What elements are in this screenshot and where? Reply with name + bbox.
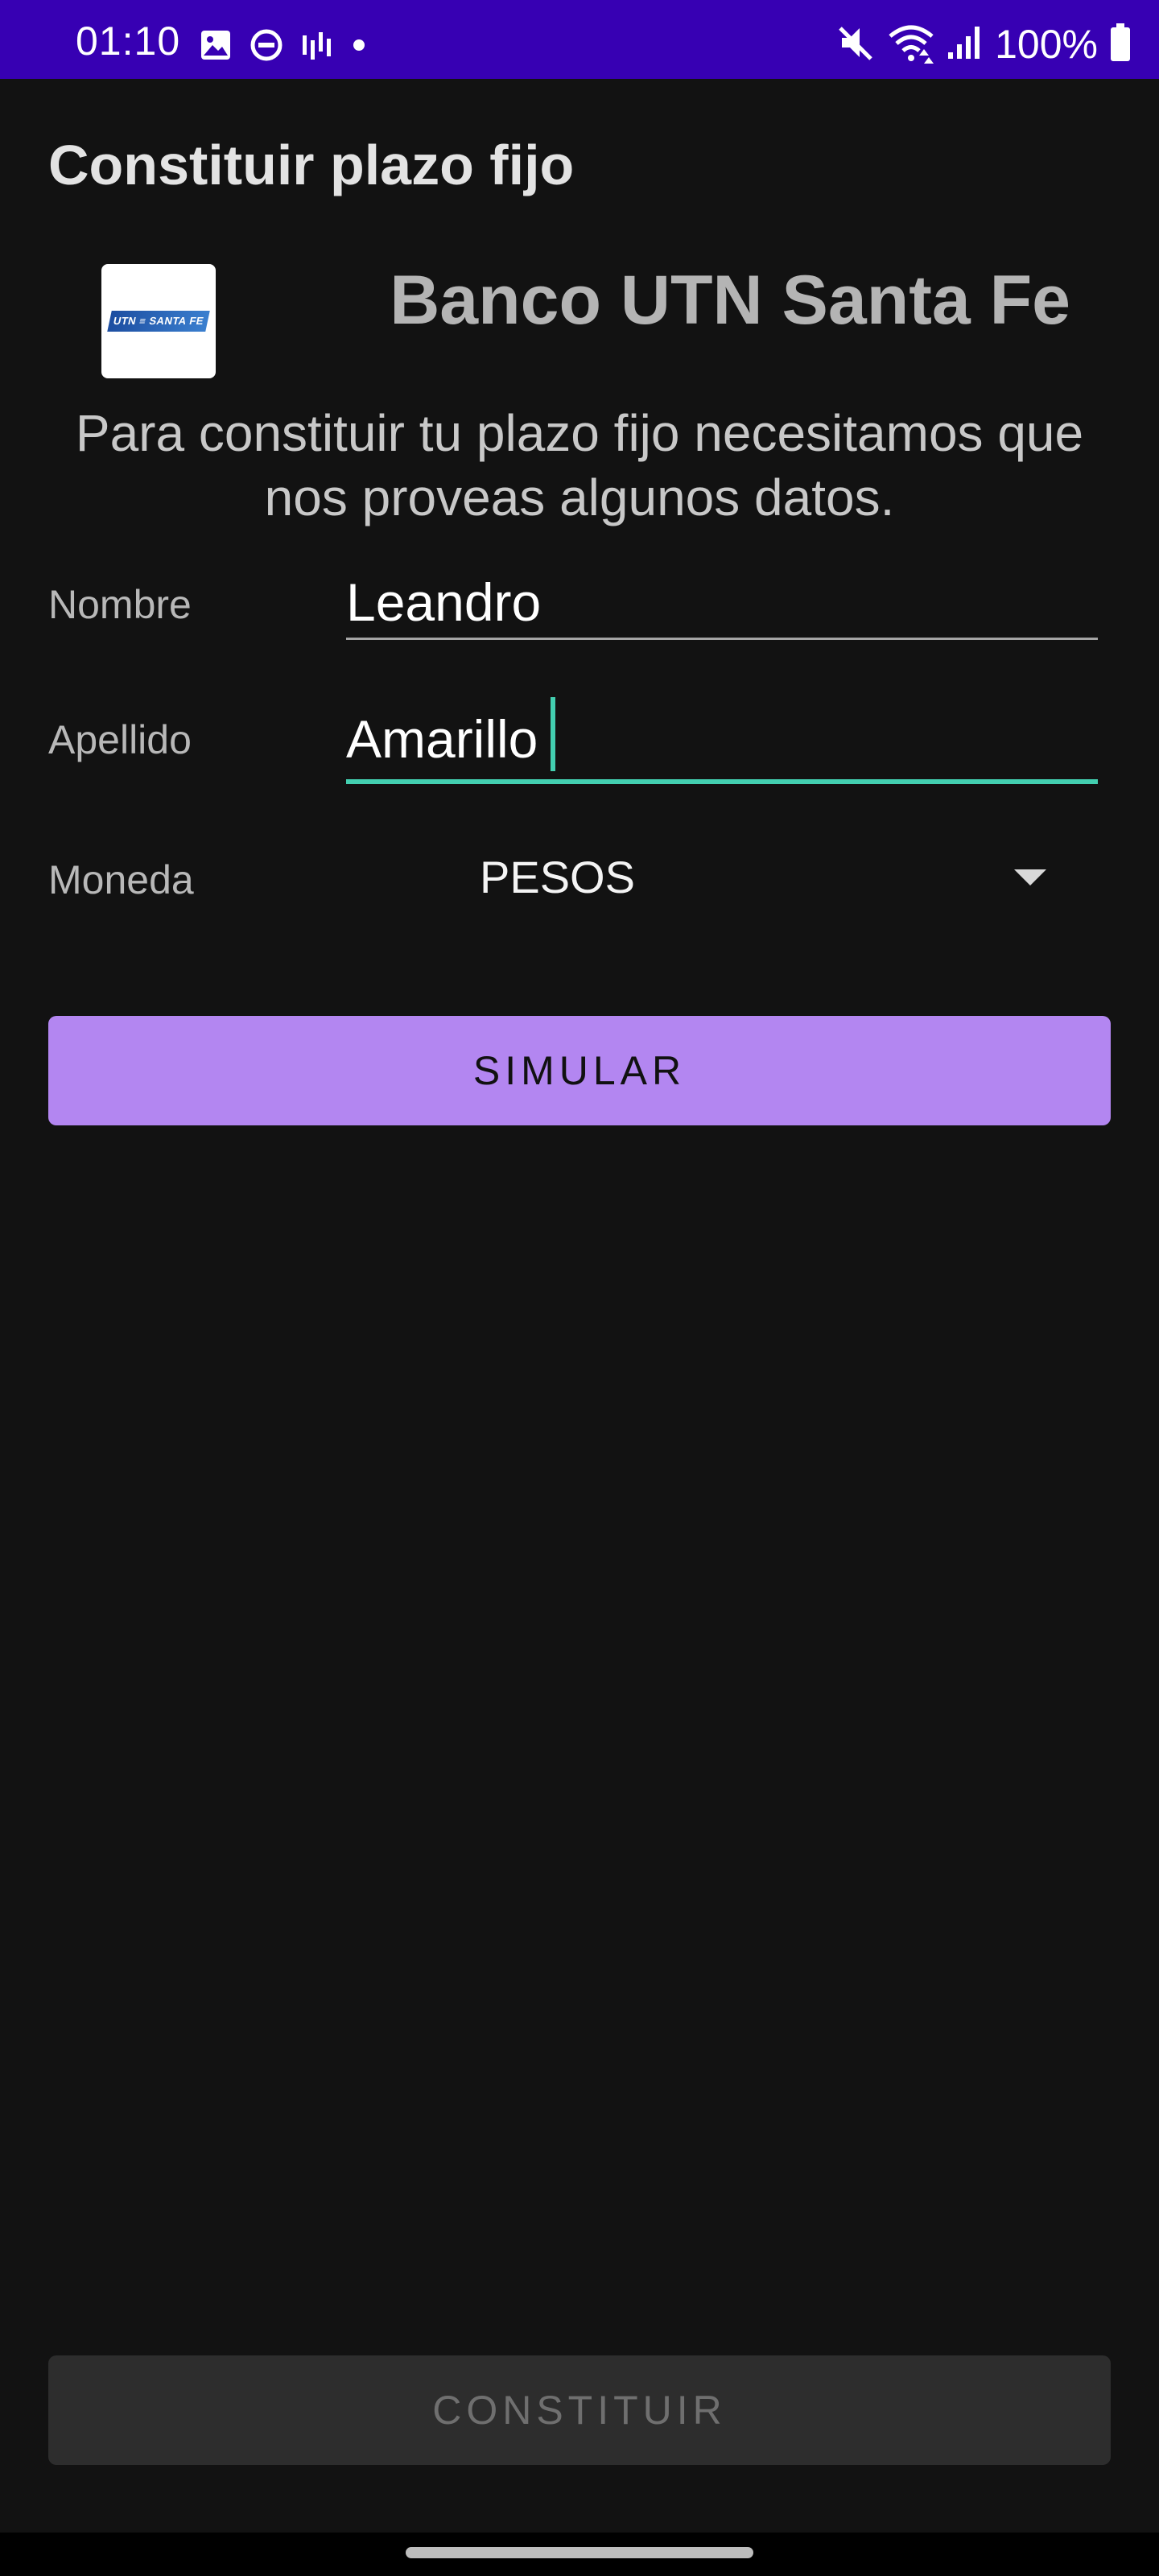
- dot-icon: [351, 37, 367, 57]
- bank-logo: UTN ≡ SANTA FE: [101, 264, 216, 378]
- gallery-icon: [200, 29, 232, 65]
- navigation-bar: [0, 2533, 1159, 2576]
- dropdown-arrow-icon: [1014, 869, 1046, 886]
- signal-bars-icon: [301, 29, 333, 65]
- text-cursor: [551, 697, 555, 771]
- status-time: 01:10: [76, 19, 181, 64]
- constituir-button[interactable]: CONSTITUIR: [48, 2355, 1111, 2465]
- bank-name: Banco UTN Santa Fe: [390, 262, 1070, 339]
- home-indicator[interactable]: [406, 2547, 753, 2558]
- bank-logo-text: UTN ≡ SANTA FE: [107, 311, 210, 332]
- nombre-label: Nombre: [48, 582, 192, 627]
- battery-icon: [1109, 23, 1132, 66]
- simular-button[interactable]: SIMULAR: [48, 1016, 1111, 1125]
- moneda-selected-value: PESOS: [480, 852, 635, 902]
- mute-icon: [837, 23, 876, 66]
- notification-icons: [200, 29, 385, 64]
- moneda-label: Moneda: [48, 857, 194, 902]
- intro-text: Para constituir tu plazo fijo necesitamo…: [75, 404, 1084, 526]
- moneda-select[interactable]: PESOS: [459, 837, 1079, 924]
- battery-percent: 100%: [995, 22, 1098, 67]
- apellido-input[interactable]: [346, 699, 1098, 784]
- nombre-input[interactable]: [346, 567, 1098, 640]
- status-bar: 01:10 100%: [0, 0, 1159, 79]
- cell-signal-icon: [947, 25, 984, 64]
- wifi-icon: [887, 22, 935, 68]
- apellido-label: Apellido: [48, 717, 192, 762]
- page-title: Constituir plazo fijo: [48, 134, 575, 196]
- do-not-disturb-icon: [250, 28, 283, 66]
- system-icons: 100%: [826, 21, 1132, 68]
